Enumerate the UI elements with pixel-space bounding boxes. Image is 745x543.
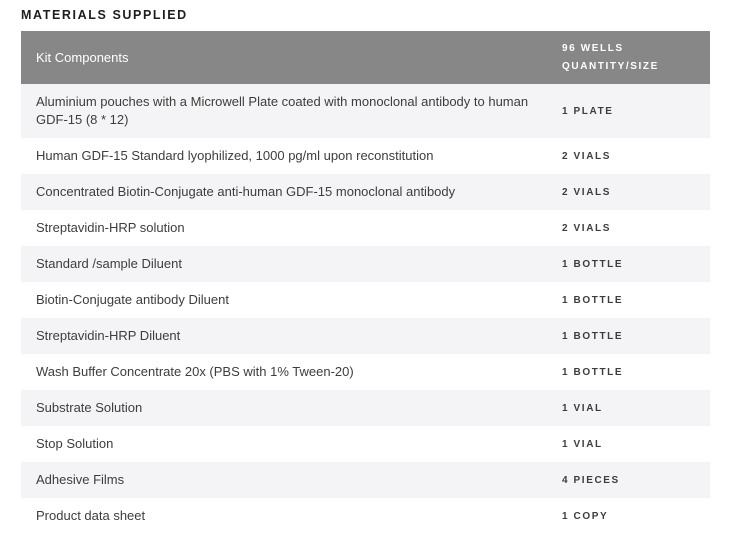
row-component: Human GDF-15 Standard lyophilized, 1000 …	[36, 148, 434, 163]
row-component: Concentrated Biotin-Conjugate anti-human…	[36, 184, 456, 199]
row-component: Adhesive Films	[36, 472, 125, 487]
materials-table: Kit Components 96 WELLS QUANTITY/SIZE Al…	[21, 31, 710, 534]
header-kit-components: Kit Components	[36, 50, 129, 65]
row-quantity: 2 VIALS	[562, 150, 611, 162]
row-component: Streptavidin-HRP solution	[36, 220, 185, 235]
row-component: Standard /sample Diluent	[36, 256, 182, 271]
table-row: Wash Buffer Concentrate 20x (PBS with 1%…	[21, 354, 710, 390]
row-component: Biotin-Conjugate antibody Diluent	[36, 292, 229, 307]
table-row: Product data sheet 1 COPY	[21, 498, 710, 534]
table-row: Substrate Solution 1 VIAL	[21, 390, 710, 426]
table-row: Biotin-Conjugate antibody Diluent 1 BOTT…	[21, 282, 710, 318]
row-quantity: 1 PLATE	[562, 105, 614, 117]
table-row: Adhesive Films 4 PIECES	[21, 462, 710, 498]
row-quantity: 1 BOTTLE	[562, 294, 624, 306]
section-title: MATERIALS SUPPLIED	[21, 8, 188, 22]
row-quantity: 1 BOTTLE	[562, 366, 624, 378]
table-header: Kit Components 96 WELLS QUANTITY/SIZE	[21, 31, 710, 84]
row-component: Streptavidin-HRP Diluent	[36, 328, 181, 343]
row-quantity: 4 PIECES	[562, 474, 620, 486]
row-quantity: 2 VIALS	[562, 186, 611, 198]
table-row: Standard /sample Diluent 1 BOTTLE	[21, 246, 710, 282]
table-row: Concentrated Biotin-Conjugate anti-human…	[21, 174, 710, 210]
header-quantity: 96 WELLS QUANTITY/SIZE	[562, 40, 659, 76]
header-qty-size: QUANTITY/SIZE	[562, 60, 659, 72]
row-quantity: 1 VIAL	[562, 438, 603, 450]
row-quantity: 1 BOTTLE	[562, 258, 624, 270]
header-qty-wells: 96 WELLS	[562, 42, 624, 54]
row-component: Substrate Solution	[36, 400, 143, 415]
row-quantity: 1 BOTTLE	[562, 330, 624, 342]
row-quantity: 2 VIALS	[562, 222, 611, 234]
row-quantity: 1 VIAL	[562, 402, 603, 414]
row-component: Stop Solution	[36, 436, 114, 451]
table-row: Streptavidin-HRP solution 2 VIALS	[21, 210, 710, 246]
row-component: Aluminium pouches with a Microwell Plate…	[36, 94, 529, 127]
row-component: Wash Buffer Concentrate 20x (PBS with 1%…	[36, 364, 354, 379]
table-row: Streptavidin-HRP Diluent 1 BOTTLE	[21, 318, 710, 354]
row-quantity: 1 COPY	[562, 510, 609, 522]
table-row: Aluminium pouches with a Microwell Plate…	[21, 84, 710, 138]
table-row: Stop Solution 1 VIAL	[21, 426, 710, 462]
row-component: Product data sheet	[36, 508, 146, 523]
table-row: Human GDF-15 Standard lyophilized, 1000 …	[21, 138, 710, 174]
